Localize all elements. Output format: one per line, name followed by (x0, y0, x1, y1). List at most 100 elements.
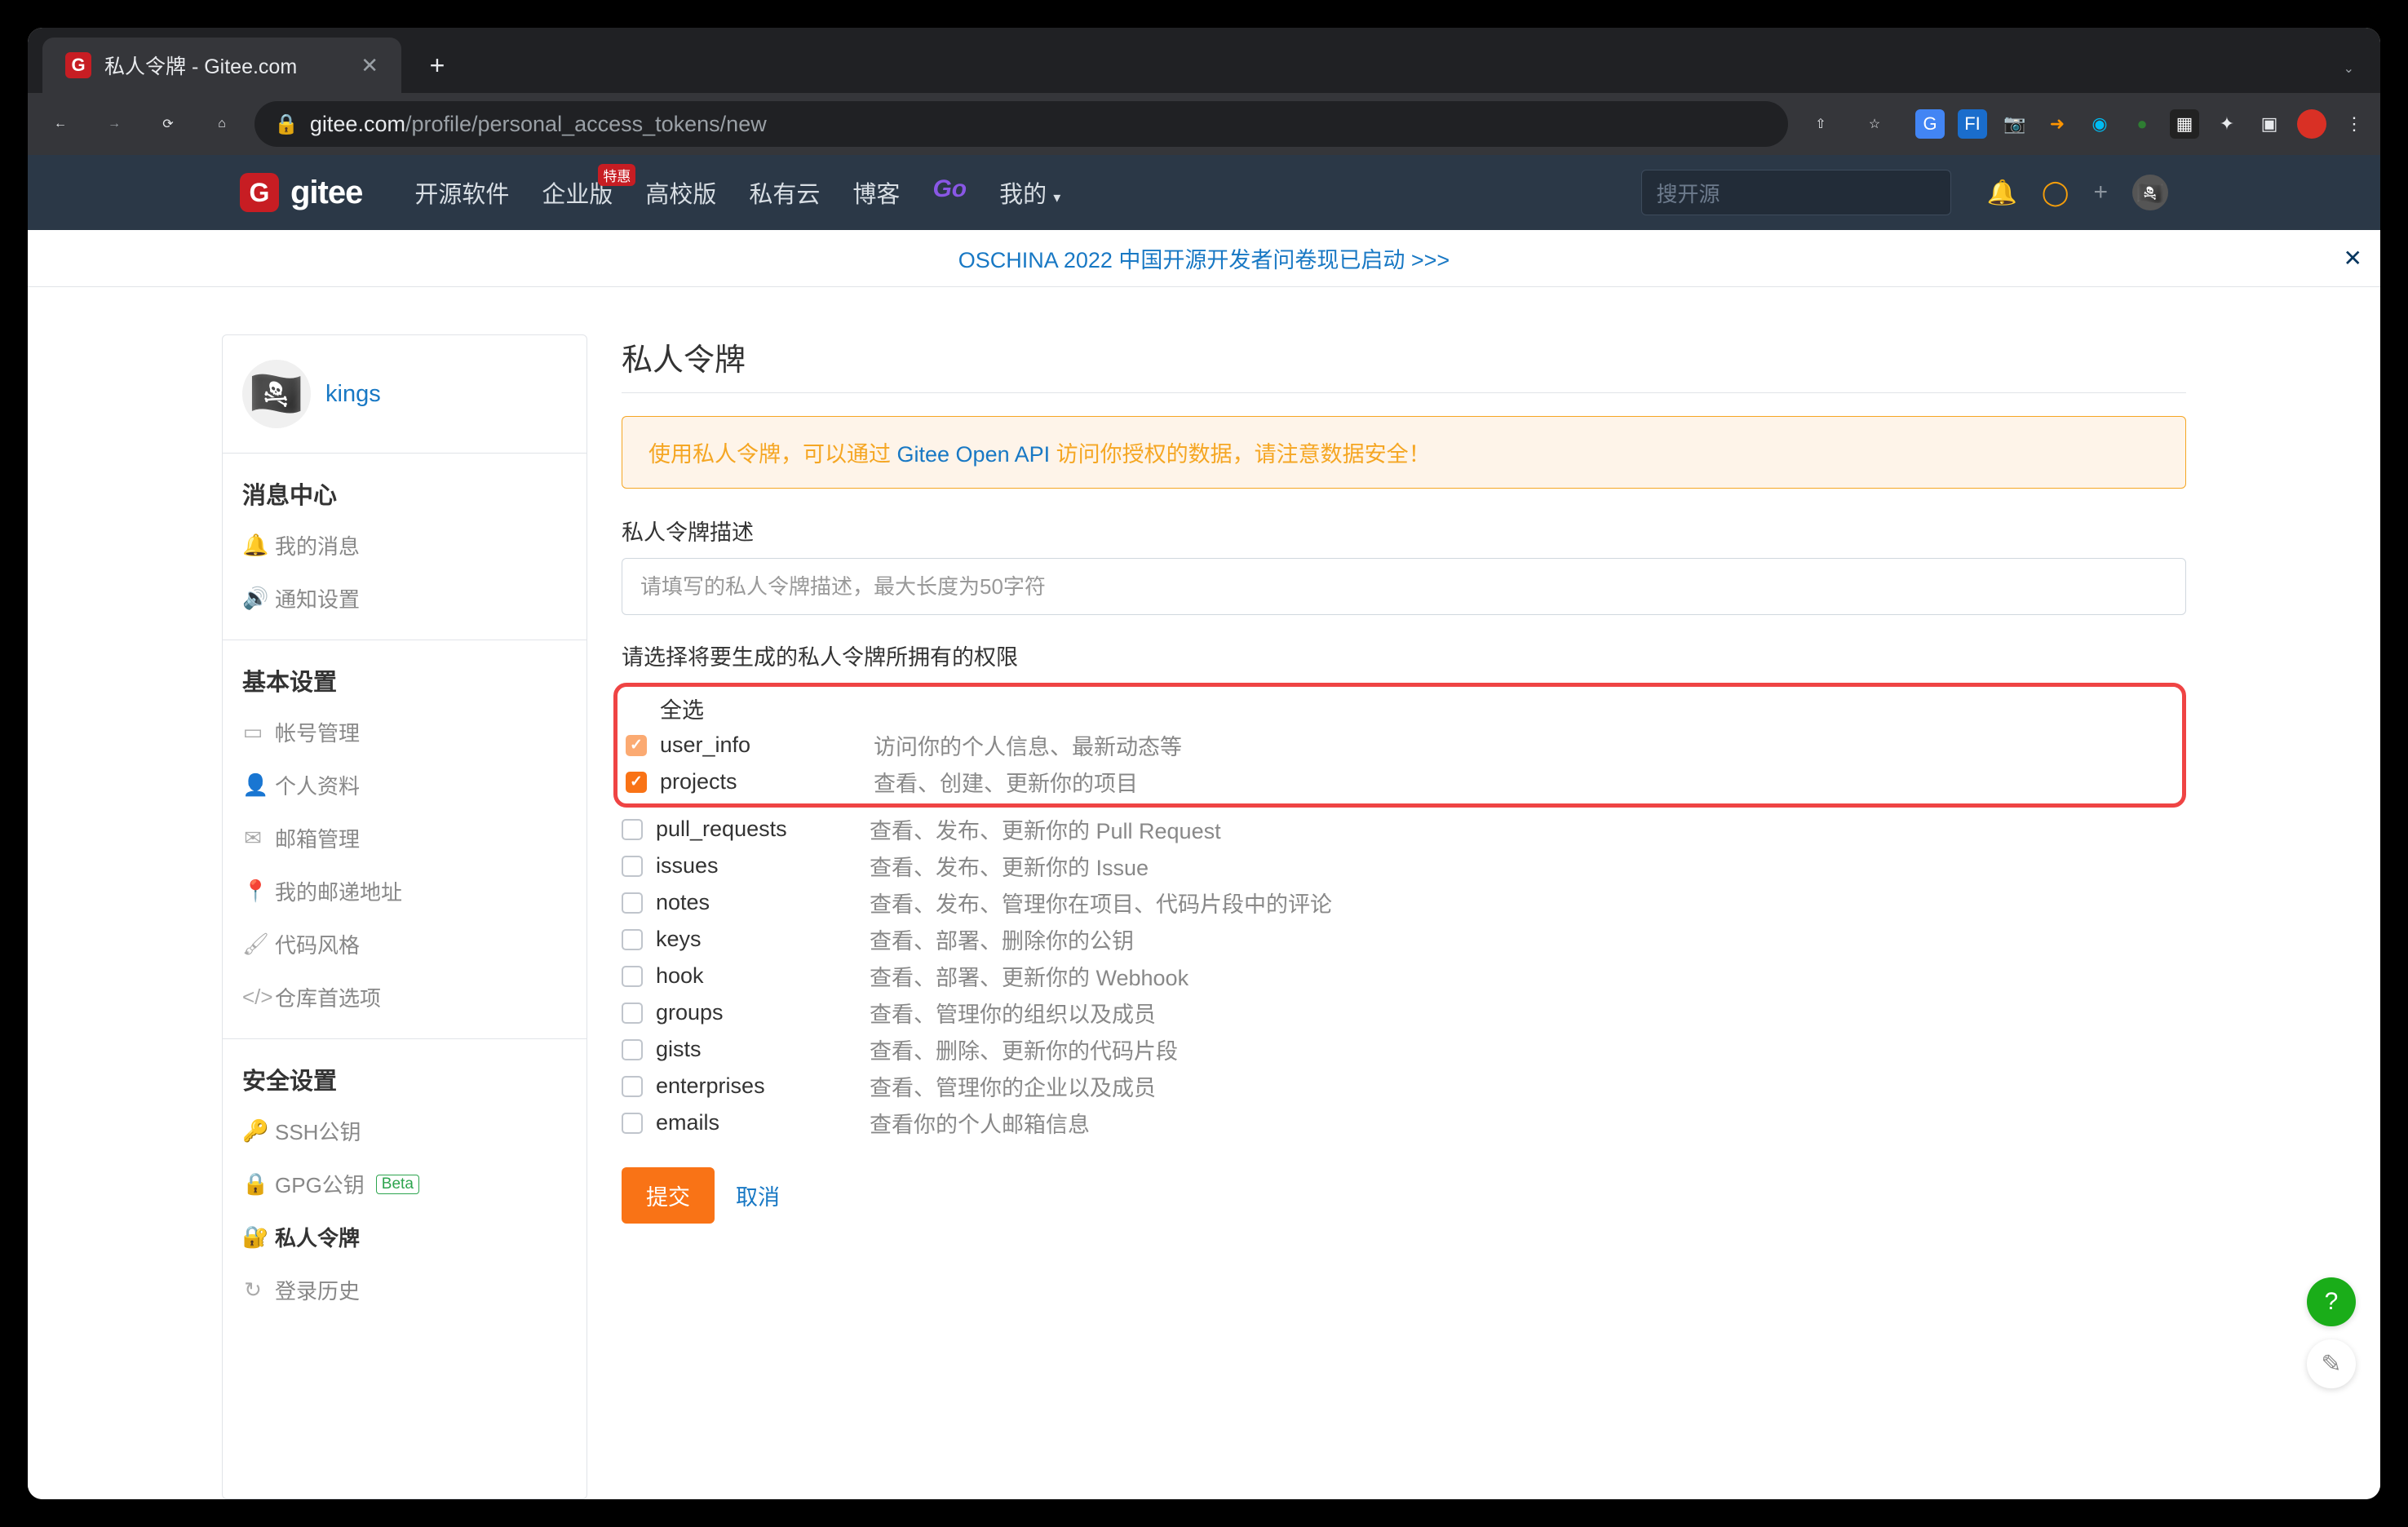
perm-row-hook: hook查看、部署、更新你的 Webhook (622, 958, 2186, 994)
key-icon: 🔑 (242, 1118, 263, 1144)
bookmark-icon[interactable]: ☆ (1853, 103, 1896, 145)
sidebar-item-email[interactable]: ✉邮箱管理 (242, 812, 567, 865)
checkbox-keys[interactable] (622, 929, 643, 950)
extension-icon[interactable]: ◉ (2085, 109, 2114, 139)
profile-username[interactable]: kings (325, 381, 381, 408)
perm-row-pull_requests: pull_requests查看、发布、更新你的 Pull Request (622, 811, 2186, 848)
browser-tab[interactable]: G 私人令牌 - Gitee.com ✕ (42, 38, 401, 93)
cancel-button[interactable]: 取消 (736, 1167, 780, 1224)
api-link[interactable]: Gitee Open API (897, 442, 1051, 467)
browser-tabbar: G 私人令牌 - Gitee.com ✕ + ⌄ (28, 28, 2380, 93)
extension-icon[interactable]: G (1915, 109, 1945, 139)
sidebar-item-ssh[interactable]: 🔑SSH公钥 (242, 1104, 567, 1157)
page-content: 🏴‍☠️ kings 消息中心 🔔我的消息 🔊通知设置 基本设置 ▭帐号管理 👤… (28, 287, 2380, 1499)
menu-icon[interactable]: ⋮ (2339, 109, 2369, 139)
submit-button[interactable]: 提交 (622, 1167, 715, 1224)
perm-row-gists: gists查看、删除、更新你的代码片段 (622, 1031, 2186, 1068)
nav-opensource[interactable]: 开源软件 (414, 175, 509, 210)
gitee-logo[interactable]: G gitee (240, 173, 362, 212)
sidebar-item-my-messages[interactable]: 🔔我的消息 (242, 519, 567, 572)
extension-icon[interactable]: ● (2127, 109, 2157, 139)
bell-icon[interactable]: 🔔 (1987, 179, 2017, 207)
help-button[interactable]: ? (2307, 1277, 2356, 1326)
extension-icon[interactable]: ➜ (2043, 109, 2072, 139)
nav-education[interactable]: 高校版 (645, 175, 716, 210)
chevron-down-icon[interactable]: ⌄ (2344, 60, 2354, 77)
perm-row-groups: groups查看、管理你的组织以及成员 (622, 994, 2186, 1031)
checkbox-hook[interactable] (622, 966, 643, 987)
perm-row-projects: projects 查看、创建、更新你的项目 (626, 764, 2174, 800)
sidebar-item-notifications[interactable]: 🔊通知设置 (242, 572, 567, 625)
checkbox-emails[interactable] (622, 1113, 643, 1134)
url-input[interactable]: 🔒 gitee.com/profile/personal_access_toke… (255, 101, 1788, 147)
main-nav: 开源软件 企业版 特惠 高校版 私有云 博客 Go 我的 ▾ (414, 175, 1060, 210)
nav-private[interactable]: 私有云 (749, 175, 820, 210)
extensions-icon[interactable]: ✦ (2212, 109, 2242, 139)
lock-icon: 🔒 (274, 113, 299, 136)
checkbox-groups[interactable] (622, 1003, 643, 1024)
settings-sidebar: 🏴‍☠️ kings 消息中心 🔔我的消息 🔊通知设置 基本设置 ▭帐号管理 👤… (222, 334, 587, 1499)
section-security: 安全设置 (242, 1054, 567, 1096)
sidebar-item-gpg[interactable]: 🔒GPG公钥 Beta (242, 1157, 567, 1211)
sound-icon: 🔊 (242, 586, 263, 611)
user-icon: 👤 (242, 772, 263, 798)
new-tab-button[interactable]: + (416, 44, 458, 86)
nav-mine[interactable]: 我的 ▾ (999, 175, 1060, 210)
share-icon[interactable]: ⇧ (1799, 103, 1842, 145)
token-icon: 🔐 (242, 1224, 263, 1250)
checkbox-notes[interactable] (622, 892, 643, 914)
section-basic: 基本设置 (242, 655, 567, 697)
section-messages: 消息中心 (242, 468, 567, 511)
perm-row-emails: emails查看你的个人邮箱信息 (622, 1104, 2186, 1141)
extension-icon[interactable]: ▦ (2170, 109, 2199, 139)
nav-go[interactable]: Go (932, 175, 967, 210)
checkbox-enterprises[interactable] (622, 1076, 643, 1097)
forward-button[interactable]: → (93, 103, 135, 145)
back-button[interactable]: ← (39, 103, 82, 145)
plus-icon[interactable]: + (2093, 179, 2108, 206)
sidebar-item-profile[interactable]: 👤个人资料 (242, 759, 567, 812)
tab-title: 私人令牌 - Gitee.com (104, 51, 347, 80)
site-header: G gitee 开源软件 企业版 特惠 高校版 私有云 博客 Go 我的 ▾ 搜… (28, 155, 2380, 230)
reload-button[interactable]: ⟳ (147, 103, 189, 145)
close-icon[interactable]: ✕ (2344, 245, 2362, 272)
user-avatar[interactable]: 🏴‍☠️ (2132, 175, 2168, 210)
sidebar-item-repo-pref[interactable]: </>仓库首选项 (242, 971, 567, 1024)
checkbox-projects[interactable] (626, 772, 647, 793)
token-description-input[interactable] (622, 558, 2186, 615)
nav-enterprise[interactable]: 企业版 特惠 (542, 175, 613, 210)
extension-icon[interactable]: ▣ (2255, 109, 2284, 139)
banner-link[interactable]: OSCHINA 2022 中国开源开发者问卷现已启动 >>> (958, 242, 1450, 274)
sidebar-item-token[interactable]: 🔐私人令牌 (242, 1211, 567, 1264)
sidebar-item-login-history[interactable]: ↻登录历史 (242, 1264, 567, 1317)
checkbox-issues[interactable] (622, 856, 643, 877)
extension-icon[interactable]: FI (1958, 109, 1987, 139)
lock-icon: 🔒 (242, 1171, 263, 1197)
code-icon: </> (242, 985, 263, 1010)
desc-label: 私人令牌描述 (622, 515, 2186, 547)
extension-icon[interactable]: 📷 (2000, 109, 2030, 139)
select-all-label[interactable]: 全选 (660, 693, 861, 724)
profile-avatar[interactable] (2297, 109, 2326, 139)
page-title: 私人令牌 (622, 334, 2186, 393)
checkbox-pull_requests[interactable] (622, 819, 643, 840)
highlight-box: 全选 user_info 访问你的个人信息、最新动态等 projects 查看、… (613, 683, 2186, 808)
perm-row-notes: notes查看、发布、管理你在项目、代码片段中的评论 (622, 884, 2186, 921)
checkbox-user-info[interactable] (626, 735, 647, 756)
browser-addressbar: ← → ⟳ ⌂ 🔒 gitee.com/profile/personal_acc… (28, 93, 2380, 155)
profile-avatar[interactable]: 🏴‍☠️ (242, 360, 311, 428)
search-input[interactable]: 搜开源 (1641, 170, 1951, 215)
gitee-logo-text: gitee (290, 175, 362, 211)
sidebar-item-account[interactable]: ▭帐号管理 (242, 706, 567, 759)
promo-badge: 特惠 (598, 164, 635, 186)
sidebar-item-code-style[interactable]: 🖌代码风格 (242, 918, 567, 971)
checkbox-gists[interactable] (622, 1039, 643, 1060)
sidebar-item-address[interactable]: 📍我的邮递地址 (242, 865, 567, 918)
close-icon[interactable]: ✕ (361, 53, 378, 78)
flame-icon[interactable]: ◯ (2042, 179, 2069, 207)
nav-blog[interactable]: 博客 (852, 175, 900, 210)
feedback-button[interactable]: ✎ (2307, 1339, 2356, 1388)
home-button[interactable]: ⌂ (201, 103, 243, 145)
extension-icons: G FI 📷 ➜ ◉ ● ▦ ✦ ▣ ⋮ (1915, 109, 2369, 139)
perm-row-issues: issues查看、发布、更新你的 Issue (622, 848, 2186, 884)
